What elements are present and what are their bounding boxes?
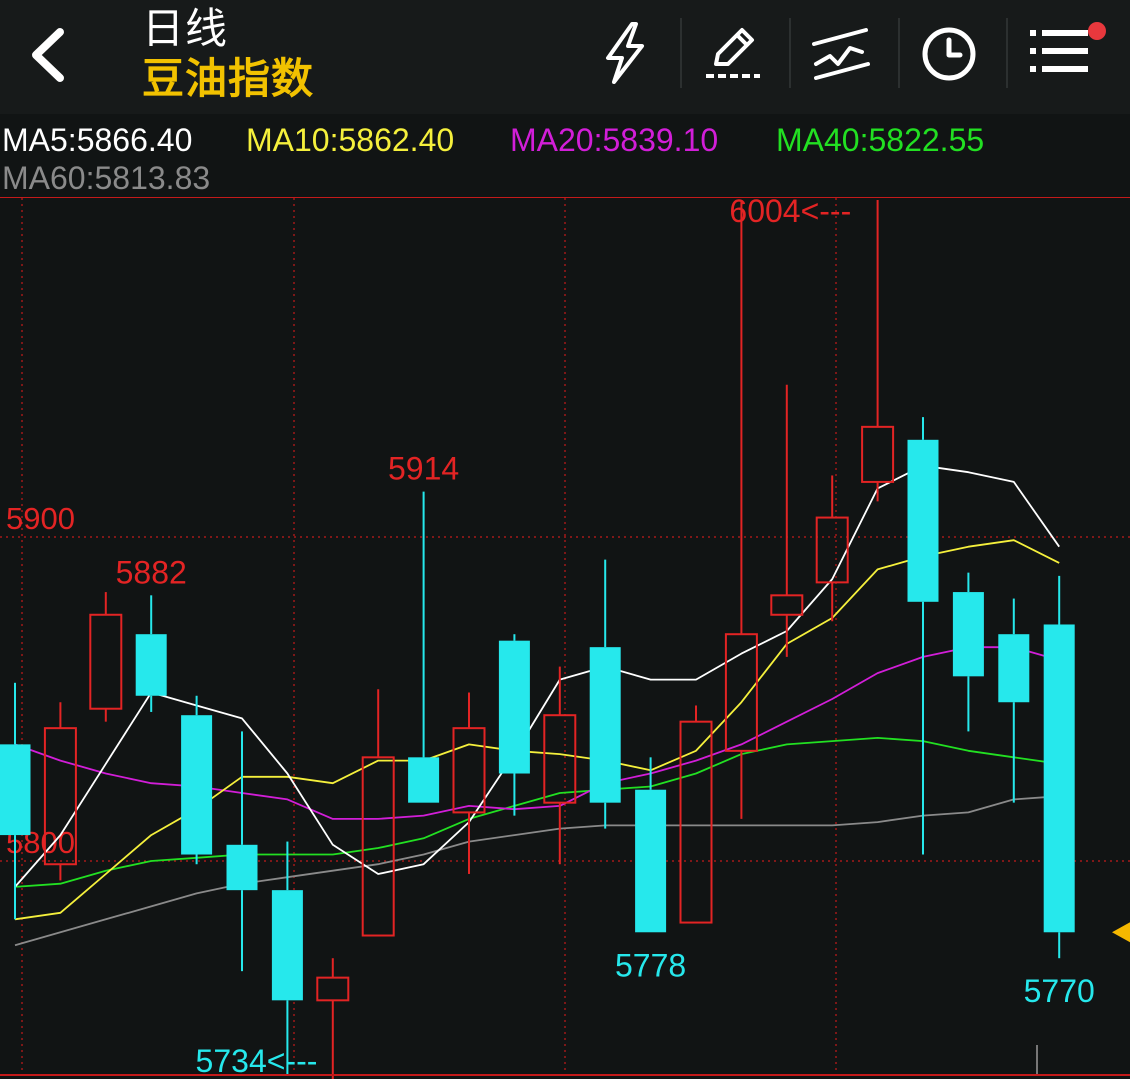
candle-up bbox=[316, 958, 350, 1079]
candle-up bbox=[815, 475, 849, 622]
candle-up bbox=[452, 692, 486, 874]
candle-body bbox=[0, 744, 31, 836]
candle-up bbox=[361, 689, 395, 937]
candle-down bbox=[952, 572, 984, 732]
candlestick-chart[interactable]: 59005800 6004<---59145882577857705734<--… bbox=[0, 0, 1130, 1079]
candle-body bbox=[181, 715, 213, 855]
candle-body bbox=[952, 592, 984, 677]
candle-body bbox=[543, 714, 577, 804]
candle-body bbox=[679, 720, 713, 924]
candle-body bbox=[135, 634, 167, 696]
price-annotation: 5770 bbox=[1024, 973, 1095, 1009]
ma10-line bbox=[14, 539, 1060, 921]
candle-body bbox=[815, 516, 849, 584]
candle-body bbox=[907, 439, 939, 602]
candle-body bbox=[226, 844, 258, 891]
candle-body bbox=[452, 727, 486, 814]
candles bbox=[0, 200, 1075, 1079]
ma60-line bbox=[14, 795, 1060, 947]
candle-body bbox=[589, 647, 621, 803]
price-annotation: 5778 bbox=[615, 947, 686, 983]
candle-body bbox=[271, 890, 303, 1001]
candle-up bbox=[770, 384, 804, 657]
candle-up bbox=[89, 592, 123, 722]
candle-body bbox=[316, 976, 350, 1002]
candle-body bbox=[408, 757, 440, 803]
candle-down bbox=[498, 634, 530, 816]
candle-down bbox=[1043, 575, 1075, 959]
candle-body bbox=[724, 633, 758, 752]
candle-down bbox=[135, 595, 167, 712]
candle-down bbox=[589, 559, 621, 829]
candle-body bbox=[998, 634, 1030, 703]
candle-down bbox=[226, 731, 258, 972]
candle-down bbox=[0, 682, 31, 920]
price-axis-label: 5900 bbox=[6, 501, 75, 536]
price-annotation: 6004<--- bbox=[729, 193, 851, 229]
candle-body bbox=[770, 594, 804, 616]
candle-body bbox=[498, 640, 530, 774]
price-annotation: 5914 bbox=[388, 451, 459, 487]
price-annotation: 5882 bbox=[116, 554, 187, 590]
ma20-line bbox=[14, 646, 1060, 820]
current-price-marker bbox=[1112, 922, 1130, 943]
candle-up bbox=[861, 200, 895, 502]
chart-bottom-border bbox=[0, 1074, 1130, 1076]
candle-body bbox=[861, 425, 895, 483]
candle-body bbox=[635, 789, 667, 933]
candle-up bbox=[724, 200, 758, 819]
ma40-line bbox=[14, 737, 1060, 888]
candle-down bbox=[181, 695, 213, 865]
candle-down bbox=[998, 598, 1030, 803]
candle-down bbox=[907, 417, 939, 855]
candle-body bbox=[89, 613, 123, 710]
moving-average-lines bbox=[14, 464, 1060, 947]
candle-body bbox=[1043, 624, 1075, 933]
